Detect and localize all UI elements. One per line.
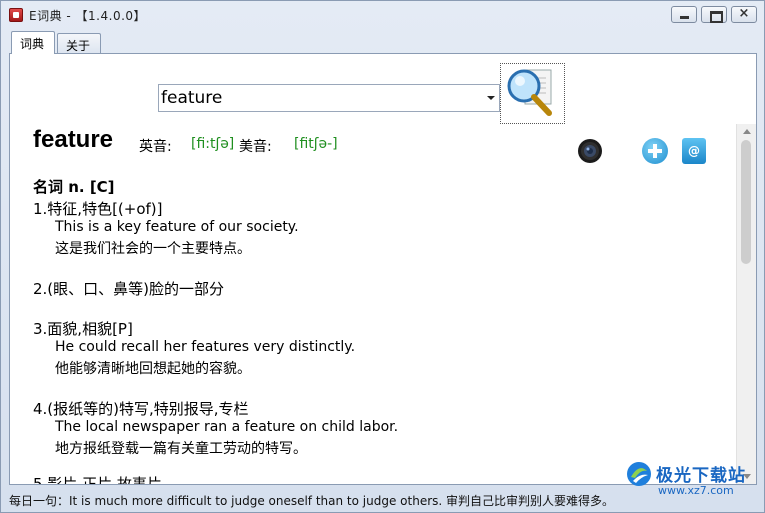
example-zh: 他能够清晰地回想起她的容貌。 [55, 361, 251, 377]
app-icon [9, 8, 23, 22]
search-input[interactable] [161, 87, 479, 109]
example-en: The local newspaper ran a feature on chi… [55, 419, 399, 435]
watermark-title: 极光下载站 [656, 466, 746, 486]
search-button[interactable] [500, 63, 565, 124]
close-icon: × [738, 6, 750, 21]
add-wordbook-icon[interactable] [642, 138, 668, 164]
sense-definition: 5.影片,正片,故事片 [33, 475, 162, 484]
uk-phonetic: [fi:tʃə] [191, 136, 235, 152]
example-zh: 这是我们社会的一个主要特点。 [55, 241, 251, 257]
contact-book-icon[interactable]: @ [682, 138, 706, 164]
example-en: He could recall her features very distin… [55, 339, 356, 355]
title-bar[interactable]: E词典 - 【1.4.0.0】 × [1, 1, 764, 29]
tab-about[interactable]: 关于 [57, 33, 101, 53]
daily-sentence: 每日一句：It is much more difficult to judge … [9, 494, 615, 508]
close-button[interactable]: × [731, 6, 757, 23]
example-zh: 地方报纸登载一篇有关童工劳动的特写。 [55, 441, 307, 457]
tab-dictionary[interactable]: 词典 [11, 31, 55, 54]
chevron-down-icon[interactable] [487, 96, 495, 100]
sense-definition: 3.面貌,相貌[P] [33, 320, 133, 338]
sense-definition: 2.(眼、口、鼻等)脸的一部分 [33, 280, 225, 298]
sense-definition: 4.(报纸等的)特写,特别报导,专栏 [33, 400, 249, 418]
part-of-speech: 名词 n. [C] [33, 178, 115, 196]
uk-pron-label: 英音: [139, 139, 172, 155]
search-combobox[interactable] [158, 84, 500, 112]
dictionary-panel: feature 英音: [fi:tʃə] 美音: [fitʃə-] @ 名词 n… [9, 53, 757, 485]
scroll-up-icon[interactable] [743, 129, 751, 134]
sense-definition: 1.特征,特色[(+of)] [33, 200, 163, 218]
us-pron-label: 美音: [239, 139, 272, 155]
window-title: E词典 - 【1.4.0.0】 [29, 9, 147, 23]
watermark: 极光下载站 www.xz7.com [626, 457, 761, 507]
speaker-icon[interactable] [577, 138, 603, 164]
scroll-thumb[interactable] [741, 140, 751, 264]
vertical-scrollbar[interactable] [736, 124, 756, 484]
headword: feature [33, 126, 114, 153]
minimize-button[interactable] [671, 6, 697, 23]
maximize-button[interactable] [701, 6, 727, 23]
watermark-url: www.xz7.com [658, 484, 734, 497]
us-phonetic: [fitʃə-] [294, 136, 338, 152]
entry-content: feature 英音: [fi:tʃə] 美音: [fitʃə-] @ 名词 n… [10, 124, 736, 484]
example-en: This is a key feature of our society. [55, 219, 299, 235]
app-window: E词典 - 【1.4.0.0】 × 词典 关于 feature feature … [0, 0, 765, 513]
site-logo-icon [627, 462, 651, 486]
magnifier-document-icon [507, 69, 552, 116]
